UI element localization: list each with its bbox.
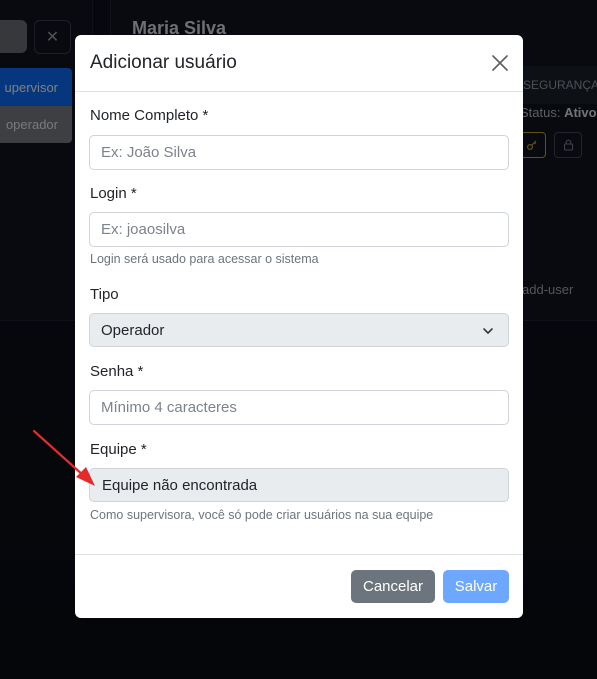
login-input[interactable]: [89, 212, 509, 247]
password-label: Senha *: [90, 363, 144, 380]
login-label: Login *: [90, 185, 137, 202]
password-input[interactable]: [89, 390, 509, 425]
type-select-value: Operador: [101, 321, 165, 339]
name-input[interactable]: [89, 135, 509, 170]
type-label: Tipo: [90, 286, 119, 303]
team-label: Equipe *: [90, 441, 147, 458]
modal-title: Adicionar usuário: [90, 52, 237, 73]
type-select[interactable]: Operador: [89, 313, 509, 347]
save-button[interactable]: Salvar: [443, 570, 509, 603]
cancel-button[interactable]: Cancelar: [351, 570, 435, 603]
modal-header: Adicionar usuário: [75, 35, 523, 92]
close-icon[interactable]: [489, 52, 511, 74]
login-help-text: Login será usado para acessar o sistema: [90, 252, 319, 266]
team-field-value: Equipe não encontrada: [102, 476, 258, 494]
team-help-text: Como supervisora, você só pode criar usu…: [90, 508, 434, 522]
modal-footer: Cancelar Salvar: [75, 554, 523, 618]
add-user-modal: Adicionar usuário Nome Completo * Login …: [75, 35, 523, 618]
chevron-down-icon: [483, 328, 493, 334]
name-label: Nome Completo *: [90, 107, 209, 124]
team-field: Equipe não encontrada: [89, 468, 509, 502]
